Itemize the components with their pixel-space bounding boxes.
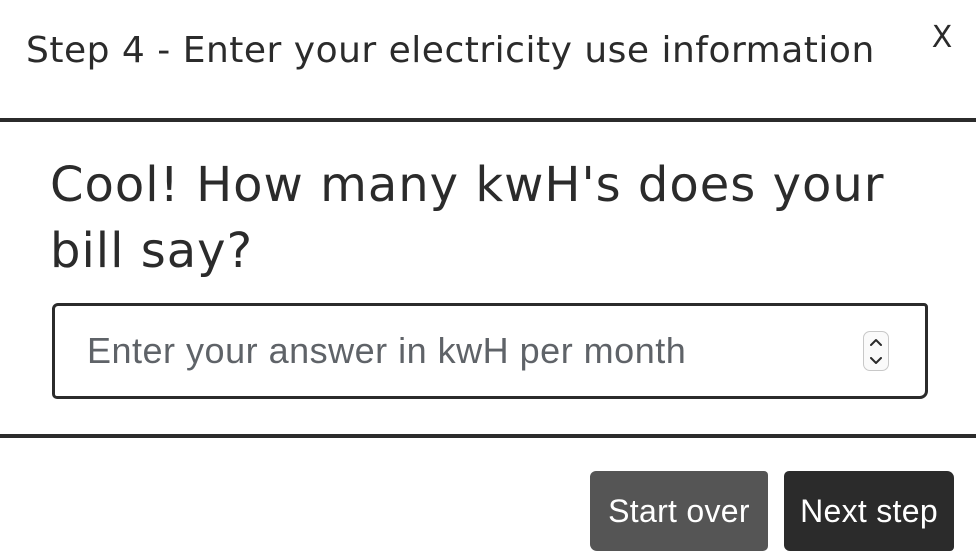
dialog-footer: Start over Next step [0, 434, 976, 556]
chevron-down-icon [870, 356, 882, 364]
chevron-up-icon [870, 338, 882, 346]
question-text: Cool! How many kwH's does your bill say? [50, 157, 885, 279]
kwh-answer-input[interactable] [55, 306, 845, 396]
start-over-button[interactable]: Start over [590, 471, 768, 551]
close-button[interactable]: X [928, 20, 956, 56]
dialog-header: Step 4 - Enter your electricity use info… [0, 0, 976, 122]
electricity-use-dialog: Step 4 - Enter your electricity use info… [0, 0, 976, 556]
next-step-button[interactable]: Next step [784, 471, 954, 551]
stepper-up-button[interactable] [864, 332, 888, 351]
dialog-body: Cool! How many kwH's does your bill say? [0, 122, 976, 434]
number-stepper [863, 331, 889, 371]
kwh-answer-field [52, 303, 928, 399]
dialog-title: Step 4 - Enter your electricity use info… [26, 30, 875, 71]
stepper-down-button[interactable] [864, 351, 888, 370]
